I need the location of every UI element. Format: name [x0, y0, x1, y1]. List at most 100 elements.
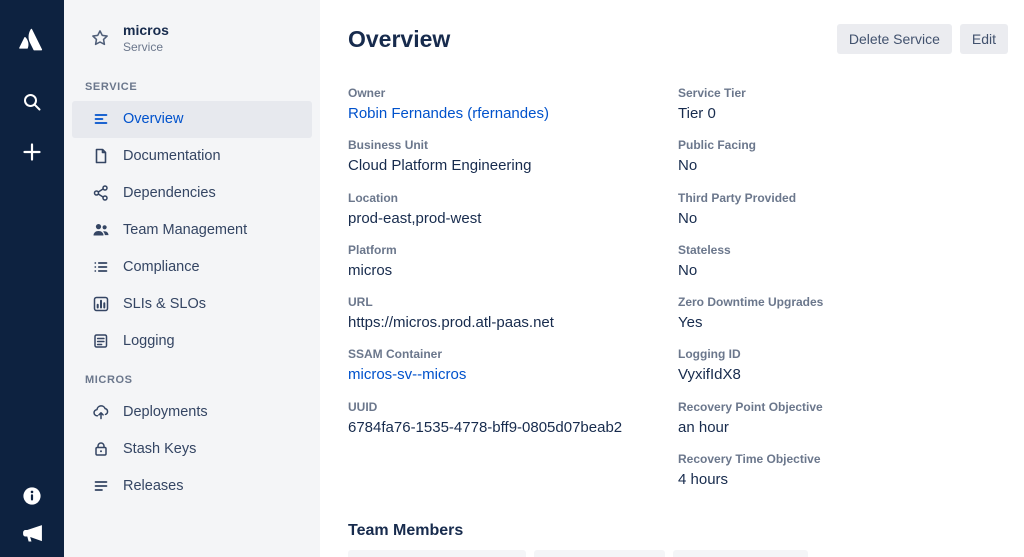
field-label: Service Tier [678, 86, 1008, 100]
service-sidebar: micros Service SERVICE Overview Document… [64, 0, 320, 557]
field-value: No [678, 210, 1008, 227]
field-label: SSAM Container [348, 347, 678, 361]
lock-icon [92, 440, 110, 458]
header-buttons: Delete Service Edit [837, 24, 1008, 54]
atlassian-logo[interactable] [15, 22, 49, 56]
favorite-star-icon[interactable] [90, 28, 110, 48]
field-service-tier: Service Tier Tier 0 [678, 86, 1008, 122]
field-label: Stateless [678, 243, 1008, 257]
sidebar-item-label: Deployments [123, 404, 208, 420]
sidebar-item-label: Dependencies [123, 185, 216, 201]
field-recovery-time-objective: Recovery Time Objective 4 hours [678, 452, 1008, 488]
field-label: Owner [348, 86, 678, 100]
team-members-title: Team Members [348, 522, 1008, 540]
field-value: Cloud Platform Engineering [348, 157, 678, 174]
checklist-icon [92, 258, 110, 276]
field-label: Location [348, 191, 678, 205]
sidebar-item-documentation[interactable]: Documentation [72, 138, 312, 175]
team-members-list: Jeremy Baumont (jbaumo (buildeng-sox-bot… [348, 550, 1008, 557]
field-uuid: UUID 6784fa76-1535-4778-bff9-0805d07beab… [348, 400, 678, 436]
owner-link[interactable]: Robin Fernandes (rfernandes) [348, 105, 678, 122]
page-title: Overview [348, 26, 450, 53]
service-header: micros Service [64, 22, 320, 55]
field-ssam-container: SSAM Container micros-sv--micros [348, 347, 678, 383]
field-value: https://micros.prod.atl-paas.net [348, 314, 678, 331]
field-platform: Platform micros [348, 243, 678, 279]
service-kind: Service [123, 40, 169, 55]
delete-service-button[interactable]: Delete Service [837, 24, 952, 54]
team-member-link[interactable]: Jeremy Baumont (jbaumo [348, 550, 526, 557]
sidebar-item-label: Logging [123, 333, 175, 349]
logs-icon [92, 332, 110, 350]
field-url: URL https://micros.prod.atl-paas.net [348, 295, 678, 331]
field-label: Logging ID [678, 347, 1008, 361]
service-name: micros [123, 22, 169, 40]
edit-button[interactable]: Edit [960, 24, 1008, 54]
field-label: URL [348, 295, 678, 309]
sidebar-item-label: Documentation [123, 148, 221, 164]
sidebar-item-label: Compliance [123, 259, 200, 275]
field-label: Third Party Provided [678, 191, 1008, 205]
field-label: Business Unit [348, 138, 678, 152]
field-value: No [678, 262, 1008, 279]
field-label: Platform [348, 243, 678, 257]
sidebar-item-team-management[interactable]: Team Management [72, 212, 312, 249]
field-value: 4 hours [678, 471, 1008, 488]
field-recovery-point-objective: Recovery Point Objective an hour [678, 400, 1008, 436]
sidebar-item-label: Overview [123, 111, 183, 127]
field-value: Yes [678, 314, 1008, 331]
sidebar-item-overview[interactable]: Overview [72, 101, 312, 138]
sidebar-item-label: Stash Keys [123, 441, 196, 457]
bar-chart-icon [92, 295, 110, 313]
field-value: prod-east,prod-west [348, 210, 678, 227]
field-value: 6784fa76-1535-4778-bff9-0805d07beab2 [348, 419, 678, 436]
rail-bottom-icons [21, 486, 44, 545]
app-rail [0, 0, 64, 557]
create-plus-icon[interactable] [20, 140, 44, 164]
field-label: UUID [348, 400, 678, 414]
info-icon[interactable] [22, 486, 42, 506]
field-value: VyxifIdX8 [678, 366, 1008, 383]
sidebar-section-service: SERVICE [64, 81, 320, 93]
team-member-link[interactable]: Paul Craig (pcraig) [673, 550, 808, 557]
ssam-container-link[interactable]: micros-sv--micros [348, 366, 678, 383]
service-identity: micros Service [123, 22, 169, 55]
field-value: No [678, 157, 1008, 174]
field-label: Zero Downtime Upgrades [678, 295, 1008, 309]
sidebar-section-micros: MICROS [64, 374, 320, 386]
sidebar-item-dependencies[interactable]: Dependencies [72, 175, 312, 212]
sidebar-item-compliance[interactable]: Compliance [72, 249, 312, 286]
search-icon[interactable] [20, 90, 44, 114]
field-label: Recovery Time Objective [678, 452, 1008, 466]
sidebar-item-deployments[interactable]: Deployments [72, 394, 312, 431]
sidebar-item-slis-slos[interactable]: SLIs & SLOs [72, 286, 312, 323]
team-member-link[interactable]: (buildeng-sox-bot) [534, 550, 665, 557]
sidebar-item-stash-keys[interactable]: Stash Keys [72, 431, 312, 468]
field-owner: Owner Robin Fernandes (rfernandes) [348, 86, 678, 122]
fields-right-column: Service Tier Tier 0 Public Facing No Thi… [678, 86, 1008, 504]
sidebar-item-label: Releases [123, 478, 183, 494]
people-icon [92, 221, 110, 239]
field-value: Tier 0 [678, 105, 1008, 122]
field-third-party-provided: Third Party Provided No [678, 191, 1008, 227]
sidebar-item-logging[interactable]: Logging [72, 323, 312, 360]
sidebar-item-releases[interactable]: Releases [72, 468, 312, 505]
releases-lines-icon [92, 477, 110, 495]
field-public-facing: Public Facing No [678, 138, 1008, 174]
overview-lines-icon [92, 110, 110, 128]
main-content: Overview Delete Service Edit Owner Robin… [320, 0, 1024, 557]
sidebar-item-label: Team Management [123, 222, 247, 238]
field-value: micros [348, 262, 678, 279]
sidebar-item-label: SLIs & SLOs [123, 296, 206, 312]
field-location: Location prod-east,prod-west [348, 191, 678, 227]
main-header: Overview Delete Service Edit [348, 24, 1008, 54]
service-fields: Owner Robin Fernandes (rfernandes) Busin… [348, 86, 1008, 504]
field-business-unit: Business Unit Cloud Platform Engineering [348, 138, 678, 174]
field-stateless: Stateless No [678, 243, 1008, 279]
field-label: Recovery Point Objective [678, 400, 1008, 414]
field-zero-downtime-upgrades: Zero Downtime Upgrades Yes [678, 295, 1008, 331]
field-logging-id: Logging ID VyxifIdX8 [678, 347, 1008, 383]
deploy-cloud-icon [92, 403, 110, 421]
fields-left-column: Owner Robin Fernandes (rfernandes) Busin… [348, 86, 678, 504]
feedback-megaphone-icon[interactable] [21, 522, 44, 545]
